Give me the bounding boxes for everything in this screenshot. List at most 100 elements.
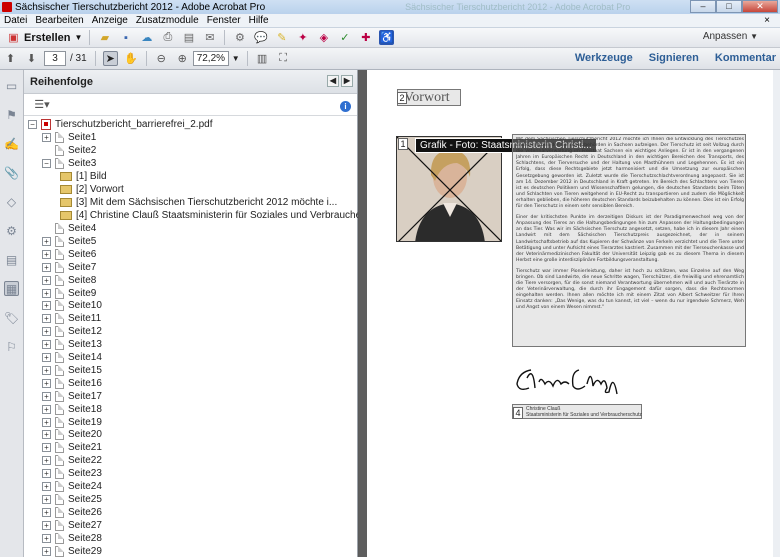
tree-page-item[interactable]: + Seite13 (42, 338, 102, 351)
comment-icon[interactable]: 💬 (253, 30, 268, 45)
expand-toggle[interactable]: + (42, 443, 51, 453)
email-icon[interactable]: ✉ (202, 30, 217, 45)
destinations-icon[interactable]: ⚐ (4, 339, 19, 354)
expand-toggle[interactable]: + (42, 288, 51, 298)
tree-page-item[interactable]: + Seite23 (42, 467, 102, 480)
expand-toggle[interactable]: + (42, 430, 51, 440)
tree-page-seite2[interactable]: Seite2 (42, 144, 96, 157)
redact-icon[interactable]: ✚ (358, 30, 373, 45)
tree-page-item[interactable]: + Seite10 (42, 299, 102, 312)
pages-icon[interactable]: ▤ (181, 30, 196, 45)
tags-icon[interactable]: 🏷 (4, 310, 19, 325)
tree-root[interactable]: − Tierschutzbericht_barrierefrei_2.pdf (28, 118, 212, 131)
expand-toggle[interactable]: + (42, 133, 51, 142)
options-menu-icon[interactable]: ☰▾ (33, 97, 51, 112)
zoom-out-icon[interactable]: ⊖ (154, 51, 169, 66)
page-thumbnails-icon[interactable]: ▭ (4, 78, 19, 93)
chevron-down-icon[interactable]: ▼ (232, 54, 240, 63)
sign-icon[interactable]: ✓ (337, 30, 352, 45)
expand-toggle[interactable]: + (42, 533, 51, 543)
expand-toggle[interactable]: + (42, 365, 51, 375)
attachments-icon[interactable]: 📎 (4, 165, 19, 180)
sign-pane-button[interactable]: Signieren (649, 52, 699, 64)
cloud-save-icon[interactable]: ☁ (139, 30, 154, 45)
reading-order-box-text[interactable]: Mit dem Sächsischen Tierschutzbericht 20… (512, 134, 746, 347)
expand-toggle[interactable]: + (42, 417, 51, 427)
tree-page-item[interactable]: + Seite28 (42, 532, 102, 545)
open-folder-icon[interactable]: ▰ (97, 30, 112, 45)
tree-page-seite1[interactable]: + Seite1 (42, 131, 96, 144)
menu-anzeige[interactable]: Anzeige (92, 15, 128, 26)
tree-page-item[interactable]: + Seite11 (42, 312, 101, 325)
menu-datei[interactable]: Datei (4, 15, 27, 26)
expand-toggle[interactable]: + (42, 327, 51, 337)
print-icon[interactable]: ⎙ (160, 30, 175, 45)
expand-toggle[interactable]: + (42, 301, 51, 311)
tree-page-item[interactable]: + Seite27 (42, 519, 102, 532)
minimize-button[interactable]: – (690, 0, 716, 13)
hand-tool-icon[interactable]: ✋ (124, 51, 139, 66)
layers-icon[interactable]: ◇ (4, 194, 19, 209)
tree-page-item[interactable]: + Seite16 (42, 377, 102, 390)
tree-page-item[interactable]: Seite4 (42, 222, 96, 235)
expand-toggle[interactable]: + (42, 249, 51, 259)
reading-order-box-caption[interactable]: Christine Clauß Staatsministerin für Soz… (512, 404, 642, 419)
tree-page-item[interactable]: + Seite7 (42, 261, 96, 274)
bookmarks-icon[interactable]: ⚑ (4, 107, 19, 122)
settings-gear-icon[interactable]: ⚙ (232, 30, 247, 45)
stamp-icon[interactable]: ◈ (316, 30, 331, 45)
expand-toggle[interactable]: + (42, 262, 51, 272)
expand-toggle[interactable]: + (42, 340, 51, 350)
tree-page-item[interactable]: + Seite24 (42, 480, 102, 493)
expand-toggle[interactable]: + (42, 456, 51, 466)
menu-bearbeiten[interactable]: Bearbeiten (35, 15, 83, 26)
tree-page-item[interactable]: + Seite26 (42, 506, 102, 519)
tree-page-item[interactable]: + Seite15 (42, 364, 102, 377)
tree-page-item[interactable]: + Seite29 (42, 545, 102, 557)
zoom-in-icon[interactable]: ⊕ (175, 51, 190, 66)
expand-toggle[interactable]: + (42, 314, 51, 324)
tree-page-seite3[interactable]: − Seite3 (42, 157, 96, 170)
select-arrow-icon[interactable]: ➤ (102, 51, 118, 66)
tree-page-item[interactable]: + Seite21 (42, 441, 102, 454)
menu-zusatzmodule[interactable]: Zusatzmodule (136, 15, 199, 26)
tools-pane-button[interactable]: Werkzeuge (575, 52, 633, 64)
info-icon[interactable]: i (340, 101, 351, 112)
expand-toggle[interactable]: + (42, 494, 51, 504)
order-panel-icon[interactable]: ▦ (4, 281, 19, 296)
signatures-icon[interactable]: ✍ (4, 136, 19, 151)
tree-tag-item[interactable]: [2] Vorwort (60, 183, 124, 196)
expand-panel-button[interactable]: ▶ (341, 75, 353, 87)
tree-page-item[interactable]: + Seite22 (42, 454, 102, 467)
save-icon[interactable]: ▪ (118, 30, 133, 45)
tree-page-item[interactable]: + Seite19 (42, 416, 102, 429)
tree-page-item[interactable]: + Seite17 (42, 390, 102, 403)
tree-page-item[interactable]: + Seite18 (42, 403, 102, 416)
tree-page-item[interactable]: + Seite14 (42, 351, 102, 364)
highlight-icon[interactable]: ✎ (274, 30, 289, 45)
tree-tag-item[interactable]: [1] Bild (60, 170, 107, 183)
vertical-scrollbar[interactable] (773, 70, 780, 557)
collapse-toggle[interactable]: − (28, 120, 37, 129)
comment-pane-button[interactable]: Kommentar (715, 52, 776, 64)
expand-toggle[interactable]: + (42, 404, 51, 414)
attach-icon[interactable]: ✦ (295, 30, 310, 45)
tree-page-item[interactable]: + Seite5 (42, 235, 96, 248)
expand-toggle[interactable]: + (42, 469, 51, 479)
fit-page-icon[interactable]: ▥ (255, 51, 270, 66)
full-screen-icon[interactable]: ⛶ (276, 51, 291, 66)
tree-page-item[interactable]: + Seite9 (42, 287, 96, 300)
expand-toggle[interactable]: + (42, 520, 51, 530)
maximize-button[interactable]: □ (716, 0, 742, 13)
model-tree-icon[interactable]: ⚙ (4, 223, 19, 238)
accessibility-icon[interactable]: ♿ (379, 30, 395, 45)
close-button[interactable]: ✕ (742, 0, 778, 13)
next-page-icon[interactable]: ⬇ (24, 51, 39, 66)
menu-hilfe[interactable]: Hilfe (249, 15, 269, 26)
expand-toggle[interactable]: + (42, 546, 51, 556)
collapse-toggle[interactable]: − (42, 159, 51, 168)
page-number-input[interactable]: 3 (44, 51, 66, 66)
collapse-panel-button[interactable]: ◀ (327, 75, 339, 87)
expand-toggle[interactable]: + (42, 391, 51, 401)
expand-toggle[interactable]: + (42, 275, 51, 285)
